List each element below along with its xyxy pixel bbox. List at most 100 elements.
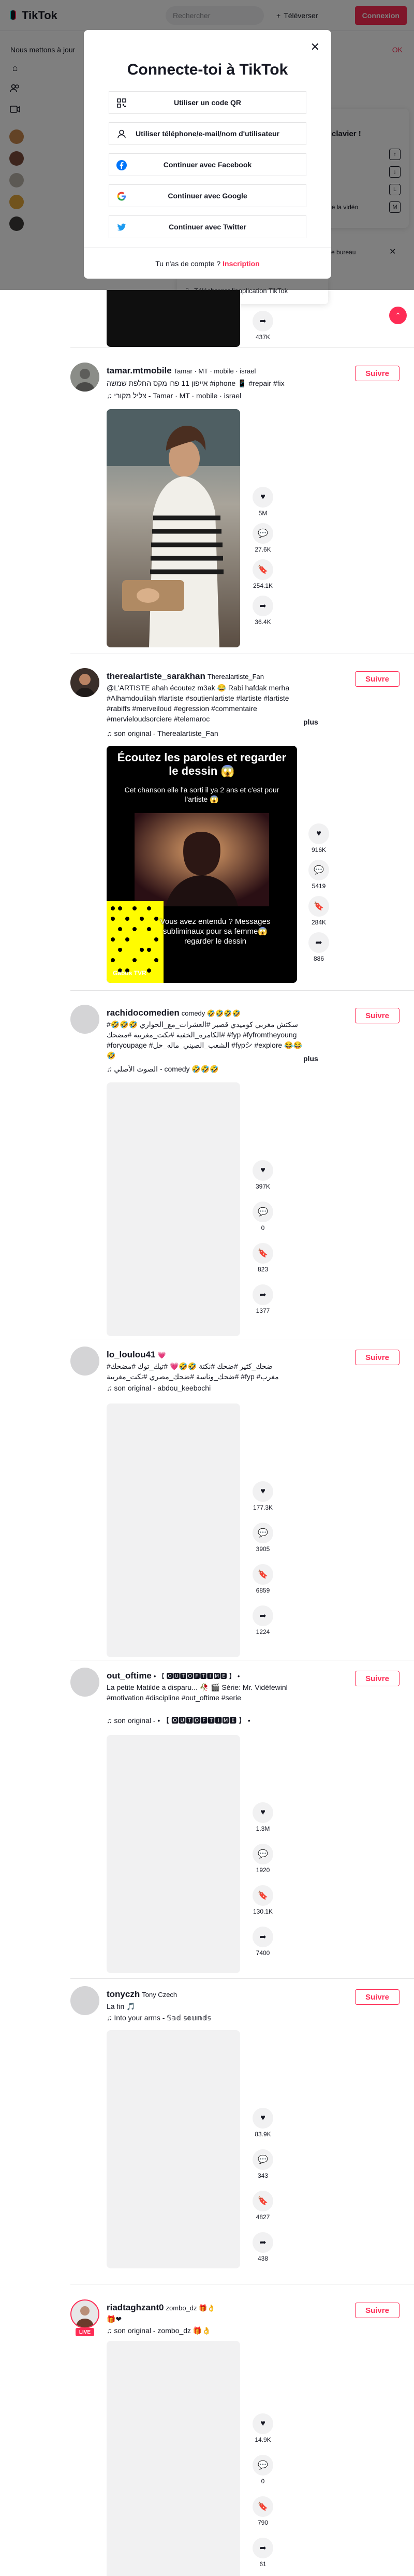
save-action[interactable]: 🔖 823 [253,1243,273,1273]
option-label: Continuer avec Google [168,192,247,200]
follow-button[interactable]: Suivre [355,1350,400,1365]
share-action[interactable]: ➦ 36.4K [253,596,273,626]
comment-action[interactable]: 💬 343 [253,2149,273,2179]
see-more-link[interactable]: plus [303,1054,318,1063]
share-icon: ➦ [253,2538,273,2558]
comment-icon: 💬 [253,1844,273,1864]
save-count: 130.1K [253,1908,273,1915]
comment-action[interactable]: 💬 5419 [308,860,329,890]
post-username[interactable]: riadtaghzant0 zombo_dz 🎁👌 [107,2303,216,2313]
follow-button[interactable]: Suivre [355,366,400,381]
scroll-to-top-button[interactable]: ⌃ [389,307,407,324]
option-label: Utiliser téléphone/e-mail/nom d'utilisat… [136,129,279,138]
video-player[interactable] [107,1403,240,1657]
video-player[interactable] [107,1082,240,1336]
comment-count: 343 [257,2172,269,2179]
save-action[interactable]: 🔖 130.1K [253,1885,273,1915]
post-sound[interactable]: ♫ son original - abdou_keebochi [107,1384,211,1392]
share-icon: ➦ [253,1605,273,1626]
avatar[interactable] [70,2299,99,2328]
post-separator [70,1978,414,1979]
save-count: 254.1K [253,582,273,589]
share-icon: ➦ [253,596,273,616]
video-player[interactable] [107,1735,240,1973]
avatar[interactable] [70,363,99,392]
post-username[interactable]: rachidocomedien comedy 🤣🤣🤣🤣 [107,1008,241,1018]
login-facebook-button[interactable]: Continuer avec Facebook [109,153,306,176]
share-action[interactable]: ➦ 1224 [253,1605,273,1636]
save-action[interactable]: 🔖 4827 [253,2191,273,2221]
like-action[interactable]: ♥ 177.3K [253,1481,273,1511]
comment-action[interactable]: 💬 1920 [253,1844,273,1874]
close-icon[interactable]: ✕ [310,40,320,54]
comment-action[interactable]: 💬 3905 [253,1523,273,1553]
post-username[interactable]: out_oftime • 【 🅾🆄🆃🅾🅵🆃🅸🅼🅴 】 • [107,1671,240,1681]
login-modal: ✕ Connecte-toi à TikTok Utiliser un code… [84,30,331,279]
avatar[interactable] [70,668,99,697]
avatar[interactable] [70,1668,99,1697]
post-sound[interactable]: ♫ son original - zombo_dz 🎁👌 [107,2326,211,2335]
avatar[interactable] [70,1005,99,1034]
video-player[interactable]: Écoutez les paroles et regarder le dessi… [107,746,297,983]
post-sound[interactable]: ♫ Into your arms - 𝕊𝕒𝕕 𝕤𝕠𝕦𝕟𝕕𝕤 [107,2014,211,2022]
save-count: 284K [311,919,327,926]
follow-button[interactable]: Suivre [355,1989,400,2005]
login-twitter-button[interactable]: Continuer avec Twitter [109,215,306,238]
post-username[interactable]: tamar.mtmobile Tamar · MT · mobile · isra… [107,366,256,376]
share-icon: ➦ [253,1927,273,1947]
share-action[interactable]: ➦ 61 [253,2538,273,2568]
comment-action[interactable]: 💬 27.6K [253,523,273,553]
follow-button[interactable]: Suivre [355,1008,400,1023]
post-description: La fin 🎵 [107,2002,136,2010]
follow-button[interactable]: Suivre [355,2303,400,2318]
like-action[interactable]: ♥ 5M [253,487,273,517]
like-count: 83.9K [255,2131,271,2138]
share-icon: ➦ [308,932,329,953]
login-qr-code-button[interactable]: Utiliser un code QR [109,91,306,114]
post-sound[interactable]: ♫ צליל מקורי - Tamar · MT · mobile · isr… [107,392,241,400]
save-action[interactable]: 🔖 6859 [253,1564,273,1594]
video-frame-image [135,813,269,906]
heart-icon: ♥ [253,1802,273,1823]
save-action[interactable]: 🔖 284K [308,896,329,926]
video-player[interactable] [107,409,240,647]
post-username[interactable]: lo_loulou41 💗 [107,1350,166,1360]
video-player[interactable] [107,2341,240,2576]
share-action[interactable]: ➦ 438 [253,2232,273,2262]
post-username[interactable]: tonyczh Tony Czech [107,1989,177,2000]
like-action[interactable]: ♥ 83.9K [253,2108,273,2138]
share-action[interactable]: ➦ 437K [253,311,273,341]
follow-button[interactable]: Suivre [355,1671,400,1686]
avatar[interactable] [70,1986,99,2015]
login-google-button[interactable]: Continuer avec Google [109,184,306,207]
save-action[interactable]: 🔖 790 [253,2496,273,2526]
share-count: 7400 [256,1949,270,1957]
post-username[interactable]: therealartiste_sarakhan Therealartiste_Fa… [107,671,264,682]
post-description: @L'ARTISTE ahah écoutez m3ak 😂 Rabi hafd… [107,684,290,723]
save-count: 6859 [256,1587,270,1594]
avatar[interactable] [70,1347,99,1376]
like-action[interactable]: ♥ 1.3M [253,1802,273,1832]
share-action[interactable]: ➦ 1377 [253,1284,273,1314]
signup-link[interactable]: Inscription [223,259,260,268]
video-player[interactable] [107,2030,240,2268]
share-icon: ➦ [253,1284,273,1305]
like-action[interactable]: ♥ 397K [253,1160,273,1190]
comment-icon: 💬 [253,1523,273,1543]
video-overlay-title: Écoutez les paroles et regarder le dessi… [117,751,287,777]
like-action[interactable]: ♥ 14.9K [253,2413,273,2443]
comment-action[interactable]: 💬 0 [253,2455,273,2485]
see-more-link[interactable]: plus [303,718,318,726]
save-action[interactable]: 🔖 254.1K [253,559,273,589]
share-action[interactable]: ➦ 886 [308,932,329,962]
post-sound[interactable]: ♫ son original - • 【 🅾🆄🆃🅾🅵🆃🅸🅼🅴 】 • [107,1715,250,1726]
like-action[interactable]: ♥ 916K [308,823,329,853]
follow-button[interactable]: Suivre [355,671,400,687]
post-sound[interactable]: ♫ الصوت الأصلي - comedy 🤣🤣🤣 [107,1065,219,1074]
comment-action[interactable]: 💬 0 [253,1202,273,1232]
login-phone-email-button[interactable]: Utiliser téléphone/e-mail/nom d'utilisat… [109,122,306,145]
post-sound[interactable]: ♫ son original - Therealartiste_Fan [107,729,218,737]
option-label: Continuer avec Twitter [169,223,246,231]
video-thumbnail[interactable] [107,290,240,347]
share-action[interactable]: ➦ 7400 [253,1927,273,1957]
